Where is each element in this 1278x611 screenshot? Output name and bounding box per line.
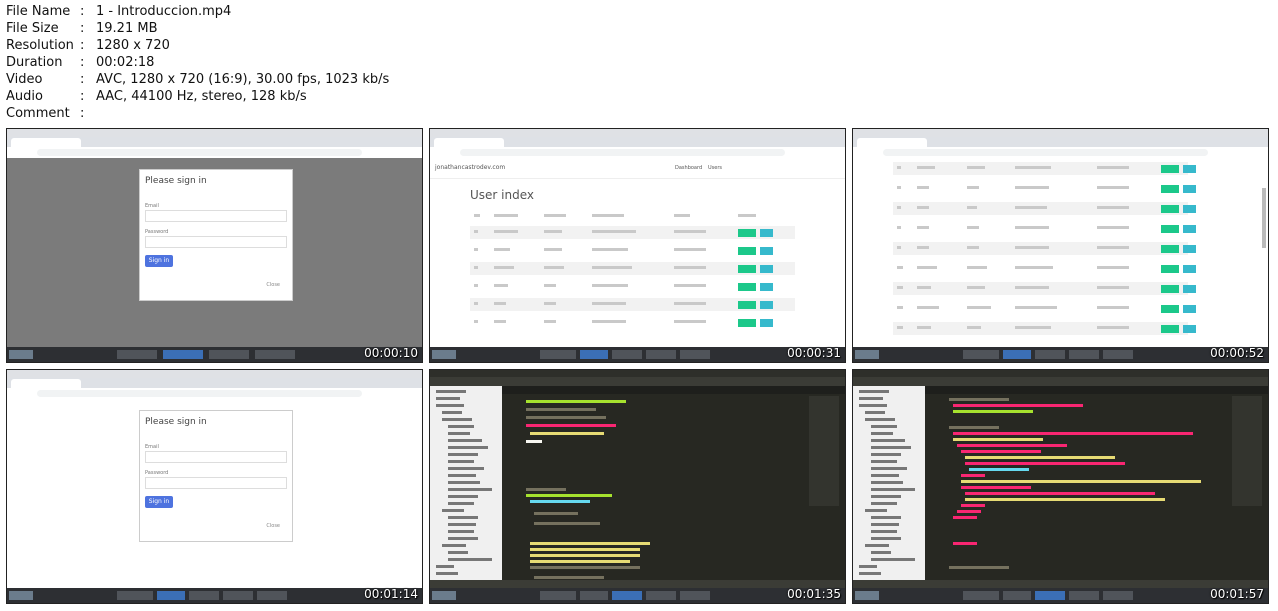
thumbnail-frame[interactable]: jonathancastrodev.com Dashboard Users Us… <box>429 128 846 363</box>
folder-sidebar <box>430 386 502 588</box>
nav-users: Users <box>708 165 723 171</box>
info-value: 1280 x 720 <box>96 38 170 53</box>
info-separator: : <box>80 4 85 19</box>
password-field <box>145 236 287 248</box>
info-key: Resolution <box>6 38 74 53</box>
browser-titlebar <box>430 129 845 137</box>
email-field <box>145 210 287 222</box>
password-label: Password <box>145 470 169 476</box>
close-link: Close <box>266 523 280 529</box>
thumbnail-frame[interactable]: 00:01:35 <box>429 369 846 604</box>
users-table <box>893 162 1196 342</box>
password-field <box>145 477 287 489</box>
minimap <box>809 396 839 506</box>
browser-tab <box>11 138 81 147</box>
editor-statusbar <box>853 580 1268 588</box>
thumbnail-frame[interactable]: Please sign in Email Password Sign in Cl… <box>6 369 423 604</box>
info-value: AAC, 44100 Hz, stereo, 128 kb/s <box>96 89 307 104</box>
editor-menubar <box>430 377 845 386</box>
browser-titlebar <box>7 129 422 137</box>
scrollbar <box>1262 188 1266 248</box>
info-value: 19.21 MB <box>96 21 158 36</box>
taskbar <box>7 347 422 362</box>
editor-titlebar <box>430 370 845 377</box>
email-label: Email <box>145 203 159 209</box>
editor-tabs <box>925 386 1268 394</box>
info-row-resolution: Resolution : 1280 x 720 <box>6 37 389 54</box>
sign-in-button: Sign in <box>145 255 173 267</box>
info-row-comment: Comment : <box>6 105 389 122</box>
code-editor <box>853 370 1268 588</box>
user-index-page-scrolled <box>853 158 1268 347</box>
login-card: Please sign in Email Password Sign in Cl… <box>139 169 293 301</box>
taskbar <box>430 347 845 362</box>
info-separator: : <box>80 21 85 36</box>
info-separator: : <box>80 89 85 104</box>
login-card: Please sign in Email Password Sign in Cl… <box>139 410 293 542</box>
browser-tab <box>857 138 927 147</box>
close-link: Close <box>266 282 280 288</box>
info-key: Comment <box>6 106 70 121</box>
file-info-panel: File Name : 1 - Introduccion.mp4 File Si… <box>6 3 389 122</box>
info-separator: : <box>80 38 85 53</box>
browser-tab <box>434 138 504 147</box>
email-field <box>145 451 287 463</box>
top-navbar: jonathancastrodev.com Dashboard Users <box>430 158 845 179</box>
email-label: Email <box>145 444 159 450</box>
line-gutter <box>925 394 943 580</box>
login-title: Please sign in <box>145 176 207 186</box>
info-row-audio: Audio : AAC, 44100 Hz, stereo, 128 kb/s <box>6 88 389 105</box>
login-page: Please sign in Email Password Sign in Cl… <box>7 399 422 588</box>
info-value: AVC, 1280 x 720 (16:9), 30.00 fps, 1023 … <box>96 72 390 87</box>
taskbar <box>853 347 1268 362</box>
info-separator: : <box>80 72 85 87</box>
timestamp: 00:00:10 <box>364 346 418 360</box>
info-value: 00:02:18 <box>96 55 155 70</box>
sign-in-button: Sign in <box>145 496 173 508</box>
editor-titlebar <box>853 370 1268 377</box>
nav-dashboard: Dashboard <box>675 165 703 171</box>
taskbar <box>7 588 422 603</box>
thumbnail-frame[interactable]: 00:01:57 <box>852 369 1269 604</box>
browser-tab <box>11 379 81 388</box>
editor-tabs <box>502 386 845 394</box>
login-title: Please sign in <box>145 417 207 427</box>
info-row-duration: Duration : 00:02:18 <box>6 54 389 71</box>
browser-titlebar <box>7 370 422 378</box>
info-separator: : <box>80 106 85 121</box>
users-table <box>470 210 795 350</box>
info-separator: : <box>80 55 85 70</box>
thumbnail-frame[interactable]: 00:00:52 <box>852 128 1269 363</box>
info-key: File Size <box>6 21 59 36</box>
info-key: Video <box>6 72 43 87</box>
info-value: 1 - Introduccion.mp4 <box>96 4 232 19</box>
timestamp: 00:00:31 <box>787 346 841 360</box>
editor-menubar <box>853 377 1268 386</box>
timestamp: 00:01:57 <box>1210 587 1264 601</box>
timestamp: 00:00:52 <box>1210 346 1264 360</box>
minimap <box>1232 396 1262 506</box>
taskbar <box>853 588 1268 603</box>
info-key: Audio <box>6 89 43 104</box>
user-index-page: jonathancastrodev.com Dashboard Users Us… <box>430 158 845 347</box>
editor-statusbar <box>430 580 845 588</box>
page-title: User index <box>470 188 534 202</box>
timestamp: 00:01:14 <box>364 587 418 601</box>
taskbar <box>430 588 845 603</box>
line-gutter <box>502 394 520 580</box>
info-key: File Name <box>6 4 71 19</box>
info-row-file-name: File Name : 1 - Introduccion.mp4 <box>6 3 389 20</box>
info-key: Duration <box>6 55 63 70</box>
info-row-video: Video : AVC, 1280 x 720 (16:9), 30.00 fp… <box>6 71 389 88</box>
folder-sidebar <box>853 386 925 588</box>
login-page: Please sign in Email Password Sign in Cl… <box>7 158 422 347</box>
password-label: Password <box>145 229 169 235</box>
thumbnail-frame[interactable]: Please sign in Email Password Sign in Cl… <box>6 128 423 363</box>
timestamp: 00:01:35 <box>787 587 841 601</box>
info-row-file-size: File Size : 19.21 MB <box>6 20 389 37</box>
browser-titlebar <box>853 129 1268 137</box>
code-editor <box>430 370 845 588</box>
brand-link: jonathancastrodev.com <box>435 164 506 171</box>
